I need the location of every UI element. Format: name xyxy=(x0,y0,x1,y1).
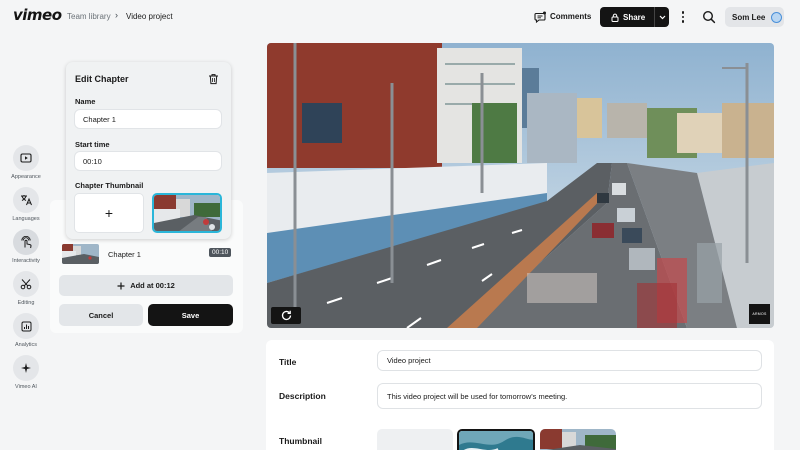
sidebar-item-editing[interactable]: Editing xyxy=(9,271,43,306)
chevron-down-icon xyxy=(659,15,665,19)
chapter-time-badge: 00:10 xyxy=(209,248,232,257)
interactivity-icon xyxy=(13,229,39,255)
user-name: Som Lee xyxy=(732,12,766,22)
video-thumbnail-option[interactable] xyxy=(540,429,616,450)
sidebar-item-interactivity[interactable]: Interactivity xyxy=(9,229,43,264)
analytics-icon xyxy=(13,313,39,339)
comments-label: Comments xyxy=(550,12,592,21)
chapter-thumbnail-label: Chapter Thumbnail xyxy=(75,181,144,190)
sidebar-label: Editing xyxy=(17,300,35,306)
description-input[interactable]: This video project will be used for tomo… xyxy=(377,383,762,409)
sidebar-item-analytics[interactable]: Analytics xyxy=(9,313,43,348)
sidebar-label: Languages xyxy=(12,216,40,222)
avatar xyxy=(771,11,783,23)
share-button[interactable]: Share xyxy=(600,7,669,27)
sidebar-label: Vimeo AI xyxy=(15,384,37,390)
edit-chapter-popover: Edit Chapter Name Chapter 1 Start time 0… xyxy=(66,62,231,239)
selected-thumbnail[interactable] xyxy=(152,193,222,233)
share-main-action[interactable]: Share xyxy=(600,7,654,27)
sidebar-item-vimeo-ai[interactable]: Vimeo AI xyxy=(9,355,43,390)
plus-icon xyxy=(117,282,125,289)
share-dropdown-toggle[interactable] xyxy=(654,7,669,27)
replay-icon xyxy=(281,310,291,321)
user-menu-button[interactable]: Som Lee xyxy=(725,7,784,27)
save-button[interactable]: Save xyxy=(148,304,233,326)
video-frame xyxy=(267,43,774,328)
comments-button[interactable]: Comments xyxy=(534,8,591,25)
add-thumbnail-button[interactable]: + xyxy=(74,193,144,233)
replay-button[interactable] xyxy=(271,307,301,324)
breadcrumb-separator-icon: › xyxy=(115,10,118,20)
chapter-row[interactable]: Chapter 1 00:10 xyxy=(62,243,233,265)
sparkle-icon xyxy=(13,355,39,381)
more-options-icon[interactable] xyxy=(676,9,690,25)
vimeo-logo[interactable]: vimeo xyxy=(13,6,62,24)
sidebar-label: Analytics xyxy=(14,342,37,348)
chapter-name: Chapter 1 xyxy=(108,250,141,259)
video-details-panel: Title Video project Description This vid… xyxy=(266,340,774,450)
thumbnail-label: Thumbnail xyxy=(279,436,322,446)
title-input[interactable]: Video project xyxy=(377,350,762,371)
title-label: Title xyxy=(279,357,297,367)
languages-icon xyxy=(13,187,39,213)
add-chapter-button[interactable]: Add at 00:12 xyxy=(59,275,233,296)
video-thumbnail-option[interactable] xyxy=(457,429,535,450)
name-label: Name xyxy=(75,97,96,106)
description-label: Description xyxy=(279,391,326,401)
sidebar-label: Interactivity xyxy=(12,258,40,264)
video-brand-mark: ARMOS xyxy=(749,304,770,324)
chapter-name-input[interactable]: Chapter 1 xyxy=(74,109,222,129)
appearance-icon xyxy=(13,145,39,171)
popover-title: Edit Chapter xyxy=(75,74,129,84)
lock-icon xyxy=(611,13,619,22)
breadcrumb-team-library[interactable]: Team library xyxy=(67,12,111,21)
video-player[interactable]: ARMOS xyxy=(267,43,774,328)
sidebar-item-languages[interactable]: Languages xyxy=(9,187,43,222)
search-icon[interactable] xyxy=(701,9,717,25)
top-bar: vimeo Team library › Video project Comme… xyxy=(0,0,800,34)
add-chapter-label: Add at 00:12 xyxy=(130,281,175,290)
chapter-thumbnail xyxy=(62,244,99,264)
comments-icon xyxy=(534,11,546,23)
breadcrumb-current-page: Video project xyxy=(126,12,173,21)
sidebar-label: Appearance xyxy=(11,174,41,180)
scissors-icon xyxy=(13,271,39,297)
start-time-label: Start time xyxy=(75,140,110,149)
sidebar-item-appearance[interactable]: Appearance xyxy=(9,145,43,180)
start-time-input[interactable]: 00:10 xyxy=(74,151,222,171)
share-label: Share xyxy=(623,12,646,22)
add-video-thumbnail-button[interactable] xyxy=(377,429,453,450)
trash-icon[interactable] xyxy=(208,73,219,85)
cancel-button[interactable]: Cancel xyxy=(59,304,143,326)
